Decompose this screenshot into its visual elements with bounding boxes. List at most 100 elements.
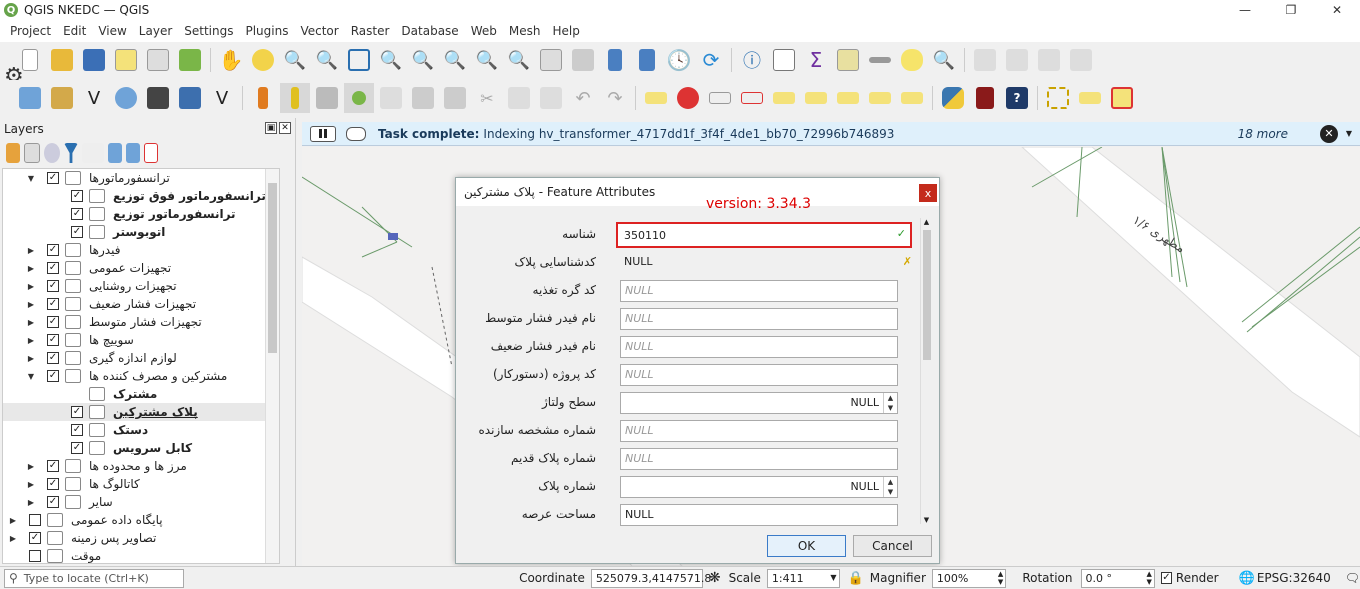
rotation-field[interactable]: 0.0 ° ▲ ▼ bbox=[1080, 568, 1155, 588]
add-group-icon[interactable] bbox=[24, 143, 40, 163]
attribute-input[interactable]: 350110 ✓ bbox=[616, 222, 912, 248]
collapse-all-icon[interactable] bbox=[126, 143, 140, 163]
identify-icon[interactable]: ⓘ bbox=[737, 45, 767, 75]
layer-visibility-checkbox[interactable]: ✓ bbox=[47, 460, 59, 472]
messages-icon[interactable]: 🗨 bbox=[1345, 571, 1360, 585]
zoom-full-icon[interactable] bbox=[344, 45, 374, 75]
refresh-icon[interactable]: ⟳ bbox=[696, 45, 726, 75]
spinbox-arrows-icon[interactable]: ▲ ▼ bbox=[883, 477, 897, 497]
menu-vector[interactable]: Vector bbox=[294, 24, 344, 38]
layer-tree-row[interactable]: ✓ دستک bbox=[3, 421, 267, 439]
expand-arrow-icon[interactable]: ▶ bbox=[25, 354, 37, 363]
attribute-input[interactable]: NULL ▲ ▼ bbox=[620, 392, 898, 414]
spinbox-arrows-icon[interactable]: ▲ ▼ bbox=[883, 393, 897, 413]
magnifier-field[interactable]: 100% ▲ ▼ bbox=[931, 568, 1007, 588]
copy-features-icon[interactable] bbox=[504, 83, 534, 113]
expand-arrow-icon[interactable]: ▶ bbox=[7, 516, 19, 525]
locator-icon[interactable]: 🔍 bbox=[929, 45, 959, 75]
menu-raster[interactable]: Raster bbox=[345, 24, 396, 38]
add-raster-icon[interactable] bbox=[143, 83, 173, 113]
layer-tree-row[interactable]: ▶ ✓ تجهیزات روشنایی bbox=[3, 277, 267, 295]
filter-legend-icon[interactable] bbox=[64, 143, 78, 163]
scale-field[interactable]: 1:411 ▼ bbox=[766, 568, 840, 588]
rotation-spin-icon[interactable]: ▲ ▼ bbox=[1147, 570, 1152, 586]
label-tool-5-icon[interactable] bbox=[769, 83, 799, 113]
expand-arrow-icon[interactable]: ▶ bbox=[25, 264, 37, 273]
layer-visibility-checkbox[interactable]: ✓ bbox=[71, 424, 83, 436]
layer-visibility-checkbox[interactable]: ✓ bbox=[47, 478, 59, 490]
label-tool-6-icon[interactable] bbox=[801, 83, 831, 113]
menu-layer[interactable]: Layer bbox=[133, 24, 178, 38]
layer-tree-row[interactable]: ▶ ✓ کاتالوگ ها bbox=[3, 475, 267, 493]
select-features-icon[interactable] bbox=[1043, 83, 1073, 113]
layer-tree-row[interactable]: ✓ اتوبوستر bbox=[3, 223, 267, 241]
attribute-input[interactable]: NULL bbox=[620, 448, 898, 470]
save-project-icon[interactable] bbox=[79, 45, 109, 75]
current-edits-icon[interactable] bbox=[248, 83, 278, 113]
layer-tree-row[interactable]: ▶ ✓ مرز ها و محدوده ها bbox=[3, 457, 267, 475]
minimize-button[interactable]: — bbox=[1222, 0, 1268, 20]
zoom-next-icon[interactable]: 🔍 bbox=[504, 45, 534, 75]
attribute-input[interactable]: NULL bbox=[620, 280, 898, 302]
menu-edit[interactable]: Edit bbox=[57, 24, 92, 38]
float-panel-icon[interactable]: ▣ bbox=[265, 122, 277, 134]
field-calculator-icon[interactable] bbox=[833, 45, 863, 75]
lock-scale-icon[interactable]: 🔒 bbox=[848, 571, 864, 586]
attribute-input[interactable]: NULL bbox=[620, 308, 898, 330]
add-virtual-layer-icon[interactable]: V bbox=[207, 83, 237, 113]
add-vector-layer-icon[interactable] bbox=[15, 83, 45, 113]
menu-help[interactable]: Help bbox=[546, 24, 585, 38]
layer-tree-scrollbar[interactable] bbox=[265, 169, 279, 563]
pan-to-selection-icon[interactable] bbox=[248, 45, 278, 75]
filter-expression-icon[interactable] bbox=[82, 143, 104, 163]
pan-hand-icon[interactable]: ✋ bbox=[216, 45, 246, 75]
expand-all-icon[interactable] bbox=[108, 143, 122, 163]
layer-tree-row[interactable]: ▶ ✓ فیدرها bbox=[3, 241, 267, 259]
manage-visibility-icon[interactable] bbox=[44, 143, 60, 163]
more-messages-link[interactable]: 18 more bbox=[1238, 127, 1288, 141]
save-edits-icon[interactable] bbox=[312, 83, 342, 113]
open-project-icon[interactable] bbox=[47, 45, 77, 75]
zoom-native-icon[interactable]: 🔍 bbox=[440, 45, 470, 75]
label-tool-2-icon[interactable] bbox=[673, 83, 703, 113]
crs-globe-icon[interactable]: 🌐 bbox=[1239, 571, 1255, 586]
layer-tree-row[interactable]: ✓ ترانسفورماتور فوق توزیع bbox=[3, 187, 267, 205]
layer-tree-row[interactable]: ▶ ✓ تجهیزات فشار متوسط bbox=[3, 313, 267, 331]
add-geopackage-icon[interactable] bbox=[47, 83, 77, 113]
layer-tree-row[interactable]: ✓ پلاک مشترکین bbox=[3, 403, 267, 421]
menu-plugins[interactable]: Plugins bbox=[239, 24, 294, 38]
layer-tree-row[interactable]: ▶ ✓ سوییچ ها bbox=[3, 331, 267, 349]
layer-visibility-checkbox[interactable]: ✓ bbox=[47, 298, 59, 310]
expand-arrow-icon[interactable]: ▶ bbox=[25, 336, 37, 345]
layer-tree-row[interactable]: ▶ ✓ تجهیزات عمومی bbox=[3, 259, 267, 277]
menu-mesh[interactable]: Mesh bbox=[503, 24, 547, 38]
map-tips-icon[interactable] bbox=[897, 45, 927, 75]
menu-web[interactable]: Web bbox=[465, 24, 503, 38]
paste-features-icon[interactable] bbox=[536, 83, 566, 113]
layer-visibility-checkbox[interactable]: ✓ bbox=[29, 532, 41, 544]
menu-settings[interactable]: Settings bbox=[178, 24, 239, 38]
delete-selected-icon[interactable] bbox=[440, 83, 470, 113]
zoom-layer-icon[interactable]: 🔍 bbox=[408, 45, 438, 75]
attribute-input[interactable]: NULL bbox=[620, 504, 898, 526]
pause-icon[interactable] bbox=[310, 125, 336, 142]
digitize-tool-4-icon[interactable] bbox=[1066, 45, 1096, 75]
layer-visibility-checkbox[interactable]: ✓ bbox=[47, 244, 59, 256]
label-tool-8-icon[interactable] bbox=[865, 83, 895, 113]
menu-database[interactable]: Database bbox=[395, 24, 464, 38]
layer-visibility-checkbox[interactable] bbox=[29, 550, 41, 562]
layer-tree-row[interactable]: ▼ ✓ ترانسفورماتورها bbox=[3, 169, 267, 187]
temporal-controller-icon[interactable]: 🕓 bbox=[664, 45, 694, 75]
layer-visibility-checkbox[interactable]: ✓ bbox=[47, 172, 59, 184]
crs-label[interactable]: EPSG:32640 bbox=[1257, 571, 1331, 585]
layer-visibility-checkbox[interactable]: ✓ bbox=[47, 496, 59, 508]
layer-visibility-checkbox[interactable]: ✓ bbox=[47, 352, 59, 364]
layer-tree-row[interactable]: ✓ ترانسفورماتور توزیع bbox=[3, 205, 267, 223]
layer-tree-row[interactable]: ▶ ✓ لوازم اندازه گیری bbox=[3, 349, 267, 367]
layer-tree-row[interactable]: ▼ ✓ مشترکین و مصرف کننده ها bbox=[3, 367, 267, 385]
maximize-button[interactable]: ❐ bbox=[1268, 0, 1314, 20]
zoom-out-icon[interactable]: 🔍 bbox=[312, 45, 342, 75]
layer-tree-row[interactable]: ▶ پایگاه داده عمومی bbox=[3, 511, 267, 529]
layer-visibility-checkbox[interactable]: ✓ bbox=[71, 226, 83, 238]
redo-icon[interactable]: ↷ bbox=[600, 83, 630, 113]
